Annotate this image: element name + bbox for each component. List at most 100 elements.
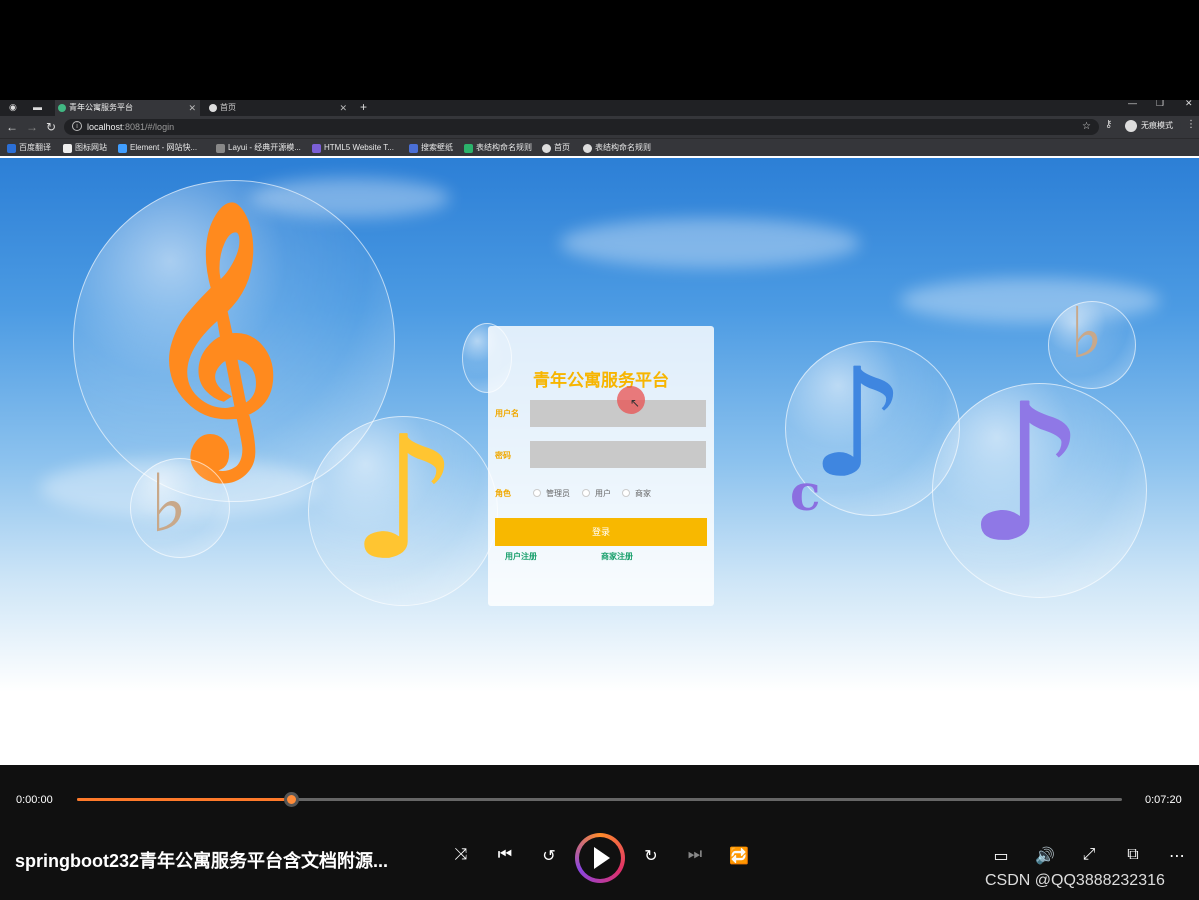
mouse-cursor-icon: ↖	[630, 396, 641, 410]
star-icon[interactable]: ☆	[1082, 119, 1091, 135]
watermark: CSDN @QQ3888232316	[985, 872, 1165, 889]
wallpaper-icon	[409, 144, 418, 153]
music-note-icon: ♪	[965, 361, 1087, 584]
bookmark-item[interactable]: Layui - 经典开源模...	[216, 139, 301, 157]
forward-icon[interactable]: →	[26, 119, 38, 135]
bookmarks-bar: 百度翻译 图标网站 Element - 网站快... Layui - 经典开源模…	[0, 138, 1199, 156]
role-radio-user[interactable]	[582, 489, 590, 497]
bookmark-item[interactable]: 表结构命名规则	[583, 139, 651, 157]
forward-30-icon[interactable]: ↻	[639, 846, 663, 866]
video-player-controls: 0:00:00 0:07:20 springboot232青年公寓服务平台含文档…	[0, 765, 1199, 900]
browser-window: ◉ ▬ 青年公寓服务平台 ✕ 首页 ✕ + — ❐ ✕ ← → ↻ i loca…	[0, 100, 1199, 765]
play-icon	[594, 847, 610, 869]
eighth-note-icon: ♪	[350, 398, 459, 598]
current-time: 0:00:00	[16, 794, 53, 806]
bookmark-label: HTML5 Website T...	[324, 143, 394, 152]
play-button[interactable]	[575, 833, 625, 883]
shuffle-icon[interactable]: ⤨	[449, 846, 473, 864]
bookmark-label: Layui - 经典开源模...	[228, 143, 301, 152]
incognito-label: 无痕模式	[1141, 121, 1173, 130]
tab-label: 首页	[220, 103, 236, 112]
bookmark-item[interactable]: 百度翻译	[7, 139, 51, 157]
bookmark-item[interactable]: Element - 网站快...	[118, 139, 197, 157]
rewind-10-icon[interactable]: ↺	[537, 846, 561, 866]
flat-sign-icon: ♭	[1070, 291, 1104, 374]
role-label-admin[interactable]: 管理员	[546, 488, 570, 499]
address-bar[interactable]: i localhost:8081/#/login ☆	[64, 119, 1099, 135]
bookmark-item[interactable]: 表结构命名规则	[464, 139, 532, 157]
role-label: 角色	[495, 489, 511, 498]
eighth-note-icon: ♪	[810, 335, 906, 511]
bookmark-item[interactable]: HTML5 Website T...	[312, 139, 394, 157]
merchant-register-link[interactable]: 商家注册	[601, 551, 633, 562]
globe-icon	[583, 144, 592, 153]
login-title: 青年公寓服务平台	[533, 371, 669, 390]
letter-c-decoration: c	[790, 463, 821, 522]
previous-icon[interactable]: ⏮	[493, 846, 517, 864]
role-label-user[interactable]: 用户	[595, 488, 611, 499]
minimize-icon[interactable]: —	[1128, 100, 1137, 108]
chrome-menu-icon[interactable]: ◉	[9, 100, 17, 114]
role-radio-merchant[interactable]	[622, 489, 630, 497]
window-icon[interactable]: ▬	[33, 100, 42, 114]
key-icon[interactable]: ⚷	[1105, 119, 1112, 130]
role-label-merchant[interactable]: 商家	[635, 488, 651, 499]
tab-strip: ◉ ▬ 青年公寓服务平台 ✕ 首页 ✕ + — ❐ ✕	[0, 100, 1199, 116]
new-tab-icon[interactable]: +	[360, 100, 367, 115]
login-button[interactable]: 登录	[495, 518, 707, 546]
url-path: :8081/#/login	[122, 122, 175, 132]
cloud-decoration	[560, 218, 860, 268]
close-icon[interactable]: ✕	[339, 100, 347, 116]
captions-icon[interactable]: ▭	[989, 846, 1013, 866]
letterbox-top	[0, 0, 1199, 100]
bookmark-label: 搜索壁纸	[421, 143, 453, 152]
bookmark-label: 百度翻译	[19, 143, 51, 152]
seek-bar[interactable]	[77, 792, 1122, 807]
user-register-link[interactable]: 用户注册	[505, 551, 537, 562]
mini-player-icon[interactable]: ⧉	[1121, 846, 1145, 864]
url-host: localhost	[87, 122, 123, 132]
info-icon[interactable]: i	[72, 121, 82, 131]
translate-icon	[7, 144, 16, 153]
tab-home[interactable]: 首页 ✕	[206, 100, 351, 116]
seek-thumb[interactable]	[284, 792, 300, 807]
bookmark-label: 表结构命名规则	[476, 143, 532, 152]
tab-label: 青年公寓服务平台	[69, 103, 133, 112]
flat-sign-icon: ♭	[150, 456, 188, 550]
repeat-off-icon[interactable]: 🔁	[727, 846, 751, 866]
password-input[interactable]	[530, 441, 706, 468]
role-radio-admin[interactable]	[533, 489, 541, 497]
tab-login[interactable]: 青年公寓服务平台 ✕	[55, 100, 200, 116]
more-options-icon[interactable]: ⋯	[1165, 846, 1189, 866]
bookmark-label: Element - 网站快...	[130, 143, 198, 152]
toolbar: ← → ↻ i localhost:8081/#/login ☆	[0, 116, 1199, 138]
bookmark-item[interactable]: 搜索壁纸	[409, 139, 453, 157]
next-icon[interactable]: ⏭	[683, 846, 707, 864]
password-label: 密码	[495, 451, 511, 460]
seek-progress	[77, 798, 292, 801]
incognito-icon	[1125, 120, 1137, 132]
close-icon[interactable]: ✕	[188, 100, 196, 116]
url-text[interactable]: localhost:8081/#/login	[87, 119, 174, 135]
window-close-icon[interactable]: ✕	[1185, 100, 1193, 109]
more-menu-icon[interactable]: ⋮	[1186, 119, 1196, 130]
duration: 0:07:20	[1145, 794, 1182, 806]
volume-icon[interactable]: 🔊	[1033, 846, 1057, 866]
bookmark-label: 首页	[554, 143, 570, 152]
bookmark-item[interactable]: 首页	[542, 139, 570, 157]
html5-icon	[312, 144, 321, 153]
globe-icon	[542, 144, 551, 153]
back-icon[interactable]: ←	[6, 119, 18, 135]
incognito-badge[interactable]: 无痕模式	[1123, 118, 1181, 134]
vue-icon	[58, 104, 66, 112]
reload-icon[interactable]: ↻	[46, 119, 56, 135]
doc-icon	[464, 144, 473, 153]
layui-icon	[216, 144, 225, 153]
treble-clef-icon: 𝄞	[145, 198, 281, 468]
restore-icon[interactable]: ❐	[1156, 100, 1164, 109]
element-icon	[118, 144, 127, 153]
flag-icon	[63, 144, 72, 153]
bookmark-item[interactable]: 图标网站	[63, 139, 107, 157]
fullscreen-icon[interactable]: ⤢	[1077, 846, 1101, 864]
globe-icon	[209, 104, 217, 112]
